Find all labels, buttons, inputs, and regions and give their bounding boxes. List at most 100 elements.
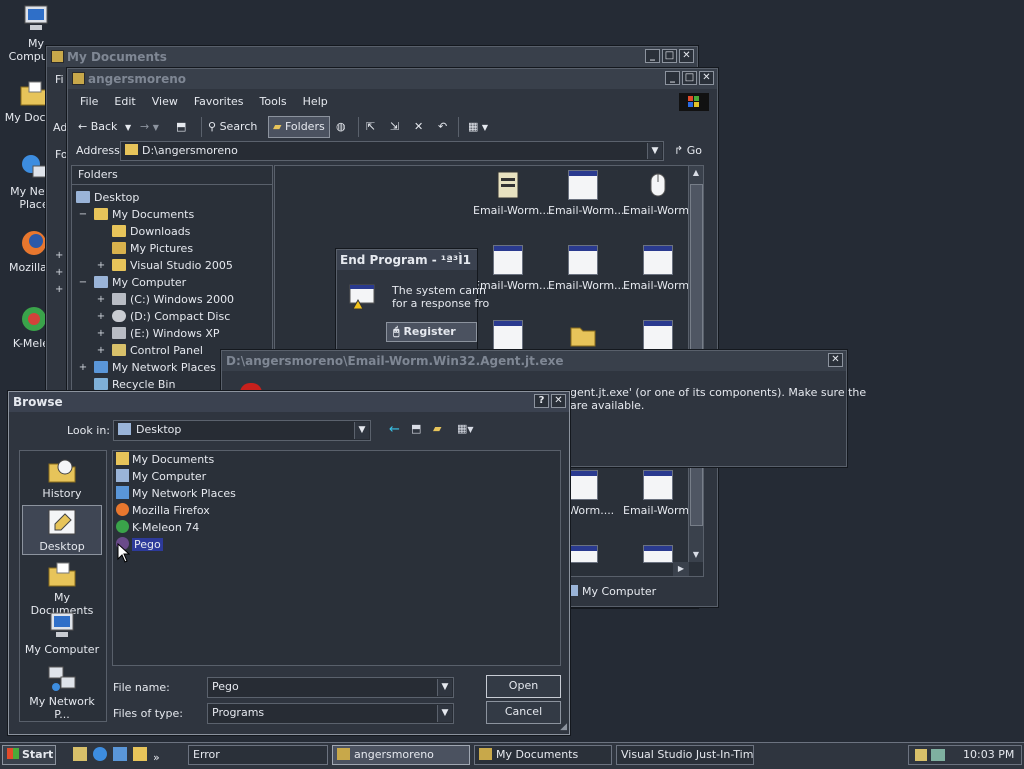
end-program-window[interactable]: End Program - ¹ª³Ì1 The system cann for … [336,249,489,353]
copy-to-button[interactable]: ⇲ [390,116,399,138]
place-my-documents[interactable]: My Documents [22,559,102,617]
place-history[interactable]: History [22,455,102,500]
dropdown-arrow-icon[interactable]: ▼ [437,679,452,696]
folders-button[interactable]: ▰ Folders [268,116,330,138]
file-item[interactable] [623,545,693,563]
menu-favorites[interactable]: Favorites [186,93,252,111]
minimize-button[interactable]: _ [645,49,660,63]
tree-item-visual-studio[interactable]: Visual Studio 2005 [112,258,233,274]
file-item[interactable]: Email-Worm.... [548,245,628,292]
menu-help[interactable]: Help [295,93,336,111]
expand-toggle[interactable]: + [96,309,106,325]
collapse-toggle[interactable]: − [78,275,88,291]
expand-toggle[interactable]: + [78,360,88,376]
go-button[interactable]: ↱ Go [674,141,702,161]
history-button[interactable]: ◍ [336,116,346,138]
tree-item-desktop[interactable]: Desktop [76,190,139,206]
resize-grip-icon[interactable]: ◢ [560,722,567,732]
back-arrow-icon[interactable]: ← [389,422,400,437]
file-item[interactable]: Email-Worm.... [473,170,553,217]
minimize-button[interactable]: _ [665,71,680,85]
menu-view[interactable]: View [144,93,186,111]
show-desktop-icon[interactable] [73,747,87,761]
help-button[interactable]: ? [534,394,549,408]
view-menu-icon[interactable]: ▦▼ [457,422,474,435]
menu-item-file[interactable]: Fi [55,73,64,86]
more-chevron-icon[interactable]: » [153,751,160,764]
open-button[interactable]: Open [486,675,561,698]
tree-item-control-panel[interactable]: Control Panel [112,343,203,359]
delete-button[interactable]: ✕ [414,116,423,138]
forward-button[interactable]: → ▼ [140,116,159,138]
undo-button[interactable]: ↶ [438,116,447,138]
file-item[interactable] [473,320,543,350]
search-button[interactable]: ⚲ Search [208,116,257,138]
new-folder-icon[interactable]: ▰ [433,422,441,435]
place-network[interactable]: My Network P... [22,663,102,721]
address-field[interactable]: D:\angersmoreno ▼ [120,141,664,161]
file-item[interactable] [623,320,693,350]
views-button[interactable]: ▦ ▼ [468,116,488,138]
network-tray-icon[interactable] [931,749,945,761]
list-item[interactable]: My Documents [116,451,214,468]
expand-toggle[interactable]: + [96,292,106,308]
move-to-button[interactable]: ⇱ [366,116,375,138]
taskbar-item-my-documents[interactable]: My Documents [474,745,612,765]
menu-tools[interactable]: Tools [252,93,295,111]
dropdown-arrow-icon[interactable]: ▼ [354,422,369,439]
expand-toggle[interactable]: + [96,326,106,342]
list-item[interactable]: Mozilla Firefox [116,502,210,519]
list-item[interactable]: My Computer [116,468,206,485]
browse-dialog[interactable]: Browse ? ✕ Look in: Desktop ▼ ← ⬒ ▰ ▦▼ H… [8,391,570,735]
tree-item-my-pictures[interactable]: My Pictures [112,241,193,257]
scroll-right-arrow-icon[interactable]: ▶ [673,562,689,576]
tree-item-network[interactable]: My Network Places [94,360,216,376]
explorer-titlebar[interactable]: angersmoreno _ □ ✕ [68,69,717,89]
taskbar-item-angersmoreno[interactable]: angersmoreno [332,745,470,765]
collapse-toggle[interactable]: − [78,207,88,223]
file-item[interactable]: Email-Worm.... [548,170,628,217]
up-folder-button[interactable]: ⬒ [176,116,186,138]
taskbar-item-error[interactable]: Error [188,745,328,765]
tray-app-icon[interactable] [915,749,927,761]
outlook-icon[interactable] [113,747,127,761]
file-item[interactable]: Email-Worm.... [623,245,703,292]
start-button[interactable]: Start [2,745,56,765]
scroll-up-arrow-icon[interactable]: ▲ [689,166,703,180]
maximize-button[interactable]: □ [682,71,697,85]
place-my-computer[interactable]: My Computer [22,611,102,656]
scroll-down-arrow-icon[interactable]: ▼ [689,548,703,562]
end-program-titlebar[interactable]: End Program - ¹ª³Ì1 [337,250,477,270]
my-documents-titlebar[interactable]: My Documents _ □ ✕ [47,47,697,67]
cancel-button[interactable]: Cancel [486,701,561,724]
up-folder-icon[interactable]: ⬒ [411,422,421,435]
browse-titlebar[interactable]: Browse ? ✕ [9,392,569,412]
close-button[interactable]: ✕ [699,71,714,85]
file-item[interactable] [548,320,618,350]
file-name-input[interactable]: Pego ▼ [207,677,454,698]
error-dialog-titlebar[interactable]: D:\angersmoreno\Email-Worm.Win32.Agent.j… [222,351,846,371]
list-item[interactable]: K-Meleon 74 [116,519,199,536]
file-item[interactable]: Email-Worm.... [623,470,703,517]
look-in-dropdown[interactable]: Desktop ▼ [113,420,371,441]
file-item[interactable]: Email-Worm.... [623,170,703,217]
dropdown-arrow-icon[interactable]: ▼ [437,705,452,722]
tree-item-drive-d[interactable]: (D:) Compact Disc [112,309,230,325]
tree-item-my-documents[interactable]: My Documents [94,207,194,223]
ie-icon[interactable] [93,747,107,761]
list-item[interactable]: My Network Places [116,485,236,502]
clock[interactable]: 10:03 PM [963,748,1014,761]
place-desktop[interactable]: Desktop [22,505,102,555]
menu-file[interactable]: File [72,93,106,111]
close-button[interactable]: ✕ [679,49,694,63]
taskbar-item-visual-studio[interactable]: Visual Studio Just-In-Tim... [616,745,754,765]
address-dropdown-button[interactable]: ▼ [647,143,662,159]
back-button[interactable]: ← Back ▼ [78,116,131,138]
close-button[interactable]: ✕ [828,353,843,367]
explorer-icon[interactable] [133,747,147,761]
close-button[interactable]: ✕ [551,394,566,408]
tree-item-downloads[interactable]: Downloads [112,224,190,240]
menu-edit[interactable]: Edit [106,93,143,111]
expand-toggle[interactable]: + [96,343,106,359]
maximize-button[interactable]: □ [662,49,677,63]
